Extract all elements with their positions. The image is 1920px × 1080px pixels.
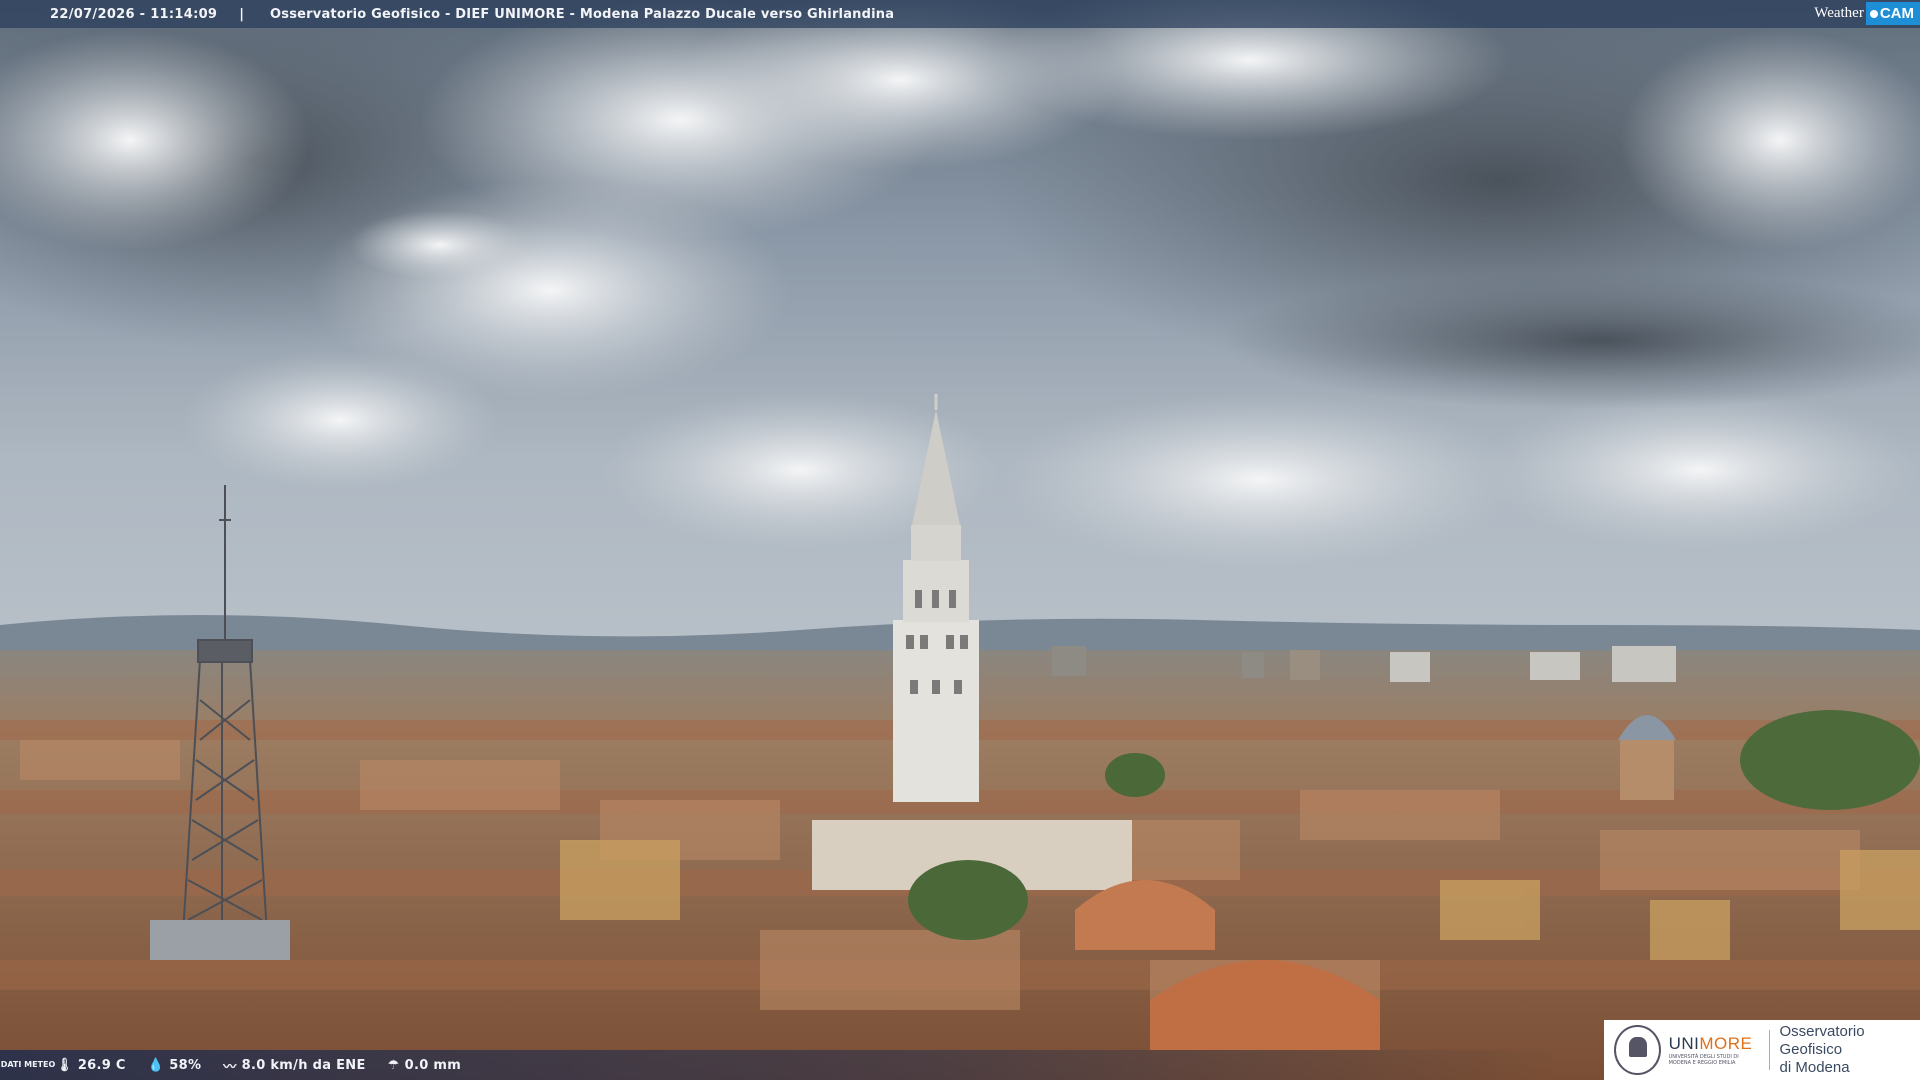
humidity-reading: 💧 58% [148, 1058, 202, 1073]
wind-value: 8.0 km/h da ENE [241, 1057, 366, 1073]
weathercam-logo: Weather CAM [1814, 0, 1920, 26]
unimore-subtitle: UNIVERSITÀ DEGLI STUDI DI MODENA E REGGI… [1668, 1054, 1739, 1066]
weather-data-label: DATI METEO [0, 1060, 56, 1069]
observatory-line2: di Modena [1779, 1059, 1850, 1076]
weathercam-logo-weather: Weather [1814, 4, 1864, 21]
observatory-line1: Osservatorio Geofisico [1779, 1023, 1865, 1058]
caption-separator: | [239, 6, 245, 22]
timestamp: 22/07/2026 - 11:14:09 [50, 6, 218, 22]
rain-reading: ☂ 0.0 mm [388, 1058, 461, 1073]
rain-icon: ☂ [387, 1057, 400, 1073]
weathercam-logo-cam: CAM [1865, 1, 1920, 25]
observatory-logo: UNIMORE UNIVERSITÀ DEGLI STUDI DI MODENA… [1604, 1020, 1920, 1080]
trees [1740, 710, 1920, 810]
unimore-wordmark: UNIMORE UNIVERSITÀ DEGLI STUDI DI MODENA… [1669, 1034, 1759, 1066]
university-seal-icon [1614, 1025, 1661, 1075]
caption-bar: 22/07/2026 - 11:14:09 | Osservatorio Geo… [0, 0, 1920, 28]
unimore-prefix: UNI [1668, 1034, 1700, 1053]
temperature-value: 26.9 C [77, 1057, 126, 1073]
logo-divider [1768, 1030, 1770, 1070]
droplet-icon: 💧 [147, 1057, 165, 1073]
observatory-name: Osservatorio Geofisico di Modena [1780, 1023, 1920, 1077]
thermometer-icon: 🌡 [56, 1057, 73, 1073]
wind-icon: 〰 [223, 1059, 237, 1075]
humidity-value: 58% [169, 1057, 202, 1073]
webcam-image [0, 0, 1920, 1080]
unimore-suffix: MORE [1699, 1034, 1753, 1053]
temperature-reading: 🌡 26.9 C [56, 1058, 126, 1073]
weather-data-bar: DATI METEO 🌡 26.9 C 💧 58% 〰 8.0 km/h da … [0, 1050, 1560, 1080]
rain-value: 0.0 mm [404, 1057, 462, 1073]
wind-reading: 〰 8.0 km/h da ENE [223, 1056, 365, 1075]
camera-title: Osservatorio Geofisico - DIEF UNIMORE - … [270, 6, 895, 22]
